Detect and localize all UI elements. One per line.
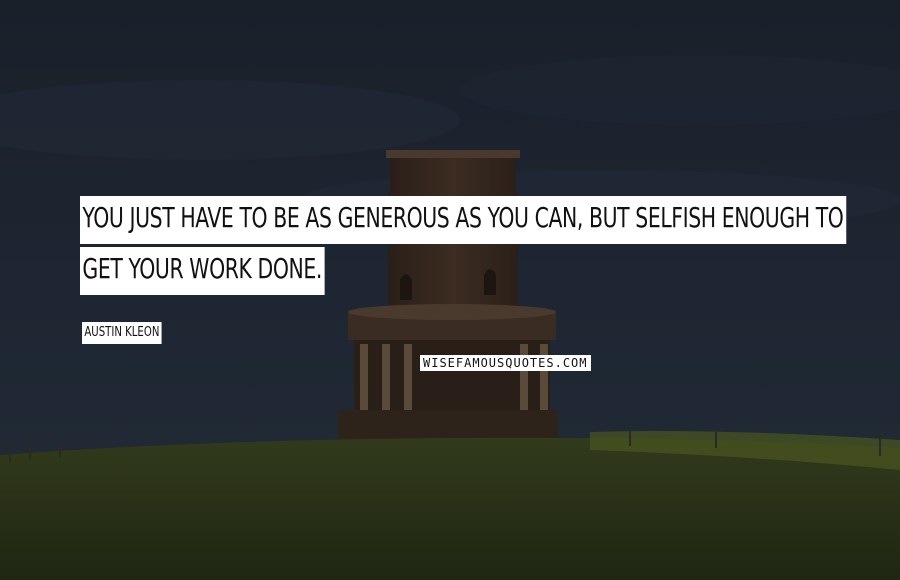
quote-author: AUSTIN KLEON <box>82 322 162 344</box>
site-watermark: WISEFAMOUSQUOTES.COM <box>420 355 591 371</box>
quote-line-2: GET YOUR WORK DONE. <box>80 247 325 295</box>
quote-block: YOU JUST HAVE TO BE AS GENEROUS AS YOU C… <box>80 196 846 298</box>
quote-line-1: YOU JUST HAVE TO BE AS GENEROUS AS YOU C… <box>80 196 846 244</box>
hill <box>0 437 900 580</box>
